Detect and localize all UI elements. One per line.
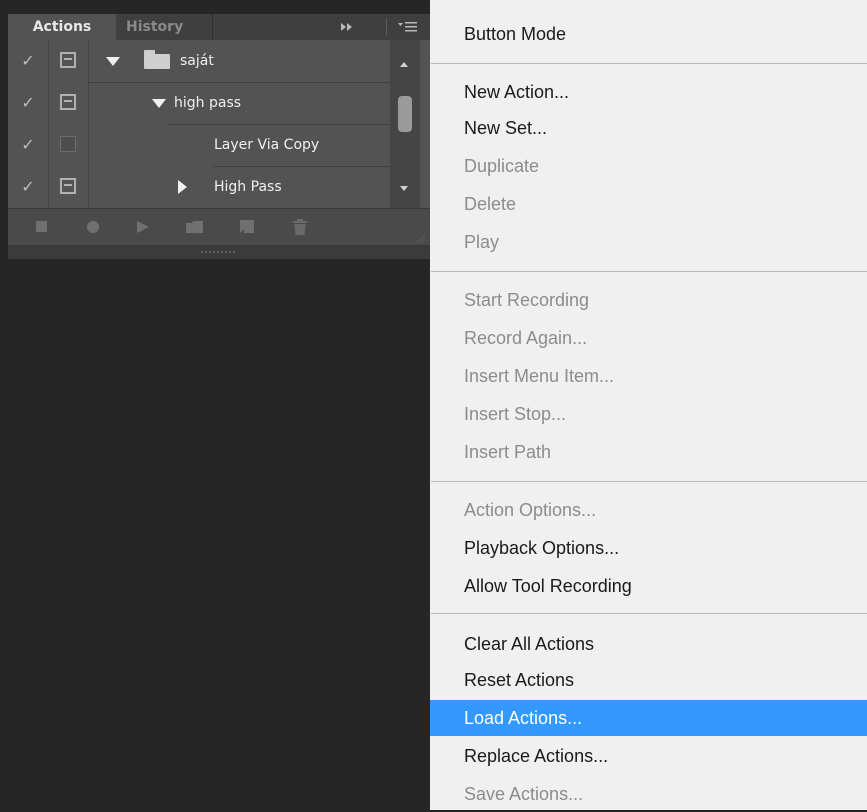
menu-item-insert-stop: Insert Stop... bbox=[464, 404, 567, 424]
delete-icon[interactable] bbox=[292, 218, 308, 236]
menu-separator bbox=[431, 613, 867, 614]
dialog-icon bbox=[60, 136, 76, 152]
actions-panel-menu: Button Mode New Action... New Set... Duplic… bbox=[430, 0, 867, 810]
scrollbar[interactable] bbox=[390, 40, 420, 208]
dialog-toggle[interactable] bbox=[48, 124, 88, 166]
checkmark-icon[interactable]: ✓ bbox=[8, 40, 48, 82]
tab-history[interactable]: History bbox=[116, 14, 212, 40]
dialog-toggle[interactable] bbox=[48, 82, 88, 124]
menu-separator bbox=[431, 271, 867, 272]
dialog-toggle[interactable] bbox=[48, 166, 88, 208]
menu-separator bbox=[431, 63, 867, 64]
grip-dots-icon bbox=[201, 251, 235, 255]
menu-item-duplicate: Duplicate bbox=[464, 156, 540, 176]
dialog-toggle[interactable] bbox=[48, 40, 88, 82]
panel-menu-icon[interactable] bbox=[390, 14, 426, 40]
menu-item-new-action[interactable]: New Action... bbox=[430, 74, 867, 110]
actions-panel: Actions History ✓ saját ✓ high pass ✓ La… bbox=[0, 0, 430, 810]
set-label: saját bbox=[180, 53, 214, 69]
menu-item-playback-options[interactable]: Playback Options... bbox=[430, 530, 867, 566]
tab-actions[interactable]: Actions bbox=[8, 14, 116, 40]
stop-icon[interactable] bbox=[36, 218, 48, 236]
expand-triangle-down-icon[interactable] bbox=[106, 57, 120, 66]
command-label: Layer Via Copy bbox=[214, 137, 320, 153]
play-icon[interactable] bbox=[136, 218, 150, 236]
command-row[interactable]: ✓ High Pass bbox=[8, 166, 396, 208]
expand-triangle-right-icon[interactable] bbox=[178, 180, 187, 194]
dialog-icon bbox=[60, 94, 76, 110]
panel-resize-handle[interactable] bbox=[8, 245, 430, 259]
checkmark-icon[interactable]: ✓ bbox=[8, 82, 48, 124]
new-action-icon[interactable] bbox=[240, 218, 256, 236]
checkmark-icon[interactable]: ✓ bbox=[8, 166, 48, 208]
menu-item-delete: Delete bbox=[464, 194, 517, 214]
menu-item-record-again: Record Again... bbox=[464, 328, 588, 348]
actions-toolbar bbox=[8, 208, 430, 245]
record-icon[interactable] bbox=[86, 218, 100, 236]
scroll-down-arrow-icon[interactable] bbox=[400, 186, 408, 191]
folder-icon bbox=[144, 50, 170, 69]
menu-item-insert-path: Insert Path bbox=[464, 442, 552, 462]
header-divider bbox=[386, 18, 387, 36]
tab-divider bbox=[212, 14, 213, 40]
command-row[interactable]: ✓ Layer Via Copy bbox=[8, 124, 396, 166]
scroll-up-arrow-icon[interactable] bbox=[400, 62, 408, 67]
menu-item-save-actions: Save Actions... bbox=[464, 784, 584, 804]
menu-separator bbox=[431, 481, 867, 482]
menu-item-allow-tool-recording[interactable]: Allow Tool Recording bbox=[430, 568, 867, 604]
menu-item-button-mode[interactable]: Button Mode bbox=[430, 16, 867, 52]
action-label: high pass bbox=[174, 95, 242, 111]
action-row[interactable]: ✓ high pass bbox=[8, 82, 396, 124]
panel-tab-bar: Actions History bbox=[8, 14, 430, 40]
action-set-row[interactable]: ✓ saját bbox=[8, 40, 396, 82]
menu-item-play: Play bbox=[464, 232, 500, 252]
menu-item-reset-actions[interactable]: Reset Actions bbox=[430, 662, 867, 698]
menu-item-replace-actions[interactable]: Replace Actions... bbox=[430, 738, 867, 774]
menu-item-start-recording: Start Recording bbox=[464, 290, 590, 310]
new-set-icon[interactable] bbox=[186, 218, 204, 236]
expand-triangle-down-icon[interactable] bbox=[152, 99, 166, 108]
dialog-icon bbox=[60, 52, 76, 68]
scrollbar-thumb[interactable] bbox=[398, 96, 412, 132]
double-chevron-right-icon[interactable] bbox=[334, 14, 360, 40]
dialog-icon bbox=[60, 178, 76, 194]
checkmark-icon[interactable]: ✓ bbox=[8, 124, 48, 166]
menu-item-insert-menu-item: Insert Menu Item... bbox=[464, 366, 615, 386]
command-label: High Pass bbox=[214, 179, 282, 195]
menu-item-new-set[interactable]: New Set... bbox=[430, 110, 867, 146]
actions-list: ✓ saját ✓ high pass ✓ Layer Via Copy ✓ H… bbox=[8, 40, 430, 208]
menu-item-load-actions[interactable]: Load Actions... bbox=[430, 700, 867, 736]
menu-item-action-options: Action Options... bbox=[464, 500, 597, 520]
menu-item-clear-all-actions[interactable]: Clear All Actions bbox=[430, 626, 867, 662]
